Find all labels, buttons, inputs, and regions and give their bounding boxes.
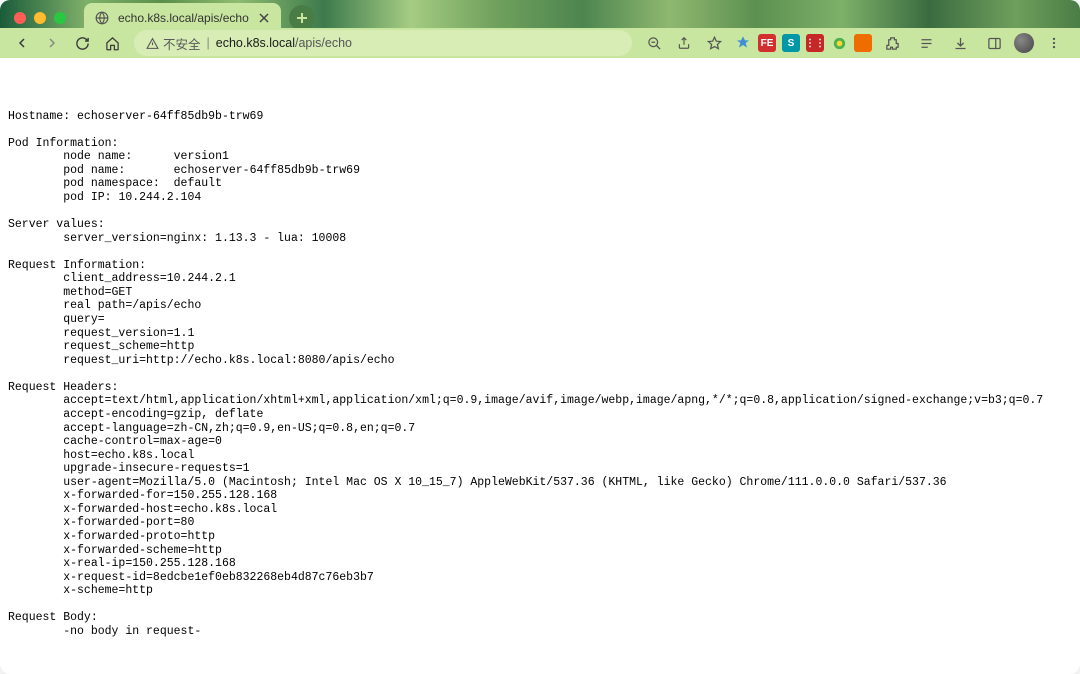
hostname-line: Hostname: echoserver-64ff85db9b-trw69	[8, 110, 263, 123]
globe-icon	[94, 10, 110, 26]
extension-icon[interactable]	[734, 34, 752, 52]
titlebar: echo.k8s.local/apis/echo	[0, 0, 1080, 56]
warning-icon	[146, 37, 159, 50]
insecure-warning: 不安全	[146, 34, 201, 53]
home-button[interactable]	[98, 29, 126, 57]
page-content: Hostname: echoserver-64ff85db9b-trw69 Po…	[0, 56, 1080, 647]
maximize-window-button[interactable]	[54, 12, 66, 24]
share-button[interactable]	[670, 29, 698, 57]
reading-list-button[interactable]	[912, 29, 940, 57]
extension-icon[interactable]	[830, 34, 848, 52]
url-text: echo.k8s.local/apis/echo	[216, 36, 352, 50]
url-host: echo.k8s.local	[216, 36, 295, 50]
back-button[interactable]	[8, 29, 36, 57]
server-values-heading: Server values:	[8, 218, 105, 231]
address-bar[interactable]: 不安全 | echo.k8s.local/apis/echo	[134, 30, 632, 56]
forward-button[interactable]	[38, 29, 66, 57]
side-panel-button[interactable]	[980, 29, 1008, 57]
extensions: FE S ⋮⋮	[730, 29, 1072, 57]
toolbar: 不安全 | echo.k8s.local/apis/echo FE	[0, 28, 1080, 58]
menu-button[interactable]	[1040, 29, 1068, 57]
close-window-button[interactable]	[14, 12, 26, 24]
profile-avatar[interactable]	[1014, 33, 1034, 53]
extension-icon[interactable]	[854, 34, 872, 52]
minimize-window-button[interactable]	[34, 12, 46, 24]
pod-info-heading: Pod Information:	[8, 137, 118, 150]
zoom-button[interactable]	[640, 29, 668, 57]
request-info-heading: Request Information:	[8, 259, 146, 272]
bookmark-button[interactable]	[700, 29, 728, 57]
url-path: /apis/echo	[295, 36, 352, 50]
extensions-button[interactable]	[878, 29, 906, 57]
insecure-text: 不安全	[163, 34, 201, 53]
request-body-heading: Request Body:	[8, 611, 98, 624]
extension-icon[interactable]: FE	[758, 34, 776, 52]
extension-icon[interactable]: ⋮⋮	[806, 34, 824, 52]
request-headers-heading: Request Headers:	[8, 381, 118, 394]
tab-title: echo.k8s.local/apis/echo	[118, 11, 249, 25]
window-controls	[8, 12, 74, 24]
browser-window: echo.k8s.local/apis/echo	[0, 0, 1080, 674]
extension-icon[interactable]: S	[782, 34, 800, 52]
downloads-button[interactable]	[946, 29, 974, 57]
close-tab-button[interactable]	[257, 11, 271, 25]
reload-button[interactable]	[68, 29, 96, 57]
